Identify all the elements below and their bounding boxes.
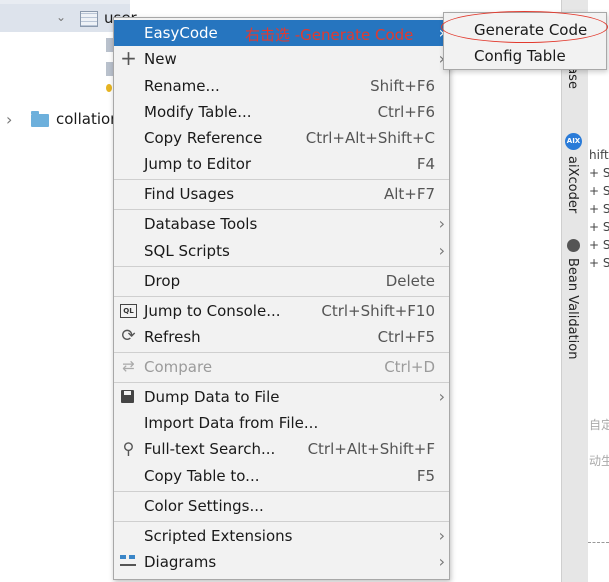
tree-item-label: collation: [56, 110, 120, 128]
search-icon: ⚲: [122, 439, 135, 458]
menu-item-diagrams[interactable]: Diagrams ›: [114, 549, 449, 575]
menu-item-find-usages[interactable]: Find Usages Alt+F7: [114, 181, 449, 207]
side-tab-bean-validation[interactable]: Bean Validation: [565, 258, 580, 359]
menu-item-dump-data[interactable]: Dump Data to File ›: [114, 384, 449, 410]
menu-item-label: Color Settings...: [144, 497, 264, 515]
menu-item-label: Refresh: [144, 328, 201, 346]
chevron-right-icon: ›: [438, 552, 445, 571]
menu-item-modify-table[interactable]: Modify Table... Ctrl+F6: [114, 99, 449, 125]
menu-item-label: Config Table: [474, 47, 566, 65]
menu-item-label: Dump Data to File: [144, 388, 280, 406]
save-icon: [121, 390, 134, 403]
menu-item-shortcut: Alt+F7: [383, 185, 435, 203]
menu-item-full-text-search[interactable]: ⚲ Full-text Search... Ctrl+Alt+Shift+F: [114, 436, 449, 462]
menu-item-label: SQL Scripts: [144, 242, 230, 260]
menu-item-label: New: [144, 50, 177, 68]
menu-item-label: Compare: [144, 358, 213, 376]
menu-item-label: Scripted Extensions: [144, 527, 293, 545]
console-icon: QL: [120, 304, 137, 318]
menu-item-shortcut: Ctrl+Shift+F10: [321, 302, 435, 320]
menu-item-import-data[interactable]: Import Data from File...: [114, 410, 449, 436]
menu-separator: [114, 382, 449, 383]
chevron-down-icon[interactable]: ⌄: [56, 10, 66, 24]
aixcoder-icon: AIX: [565, 133, 582, 150]
side-tab-aixcoder[interactable]: aiXcoder: [565, 156, 580, 213]
key-icon: [106, 84, 112, 92]
menu-item-label: Copy Table to...: [144, 467, 260, 485]
menu-item-shortcut: Ctrl+Alt+Shift+C: [305, 129, 435, 147]
menu-separator: [114, 521, 449, 522]
menu-item-scripted-extensions[interactable]: Scripted Extensions ›: [114, 523, 449, 549]
menu-item-shortcut: Ctrl+F5: [377, 328, 435, 346]
menu-item-new[interactable]: + New ›: [114, 46, 449, 72]
chevron-right-icon: ›: [438, 387, 445, 406]
menu-separator: [114, 352, 449, 353]
menu-item-shortcut: Shift+F6: [370, 77, 435, 95]
menu-item-rename[interactable]: Rename... Shift+F6: [114, 73, 449, 99]
annotation-text: 右击选 -Generate Code: [245, 26, 414, 44]
menu-item-shortcut: Ctrl+Alt+Shift+F: [307, 440, 435, 458]
text-fragment: 自定: [589, 418, 609, 432]
menu-item-copy-reference[interactable]: Copy Reference Ctrl+Alt+Shift+C: [114, 125, 449, 151]
chevron-right-icon[interactable]: ›: [6, 110, 12, 129]
table-icon: [80, 11, 98, 27]
menu-item-shortcut: F4: [416, 155, 435, 173]
menu-separator: [114, 296, 449, 297]
menu-item-shortcut: Delete: [385, 272, 435, 290]
annotation-ellipse: [441, 11, 608, 43]
menu-item-label: Jump to Console...: [144, 302, 281, 320]
text-fragment: + S: [589, 220, 609, 234]
menu-item-label: Drop: [144, 272, 181, 290]
menu-separator: [114, 209, 449, 210]
chevron-right-icon: ›: [438, 526, 445, 545]
chevron-right-icon: ›: [438, 241, 445, 260]
menu-item-color-settings[interactable]: Color Settings...: [114, 493, 449, 519]
menu-item-drop[interactable]: Drop Delete: [114, 268, 449, 294]
context-menu: EasyCode 右击选 -Generate Code › + New › Re…: [113, 17, 450, 580]
menu-item-label: Find Usages: [144, 185, 235, 203]
menu-item-label: Rename...: [144, 77, 220, 95]
menu-separator: [114, 179, 449, 180]
text-fragment: hift: [589, 148, 609, 162]
menu-item-label: Import Data from File...: [144, 414, 319, 432]
right-editor-pane: hift + S + S + S + S + S + S 自定 动生: [588, 0, 609, 582]
plus-icon: +: [120, 46, 137, 70]
text-fragment: + S: [589, 202, 609, 216]
menu-item-label: EasyCode: [144, 24, 218, 42]
menu-item-sql-scripts[interactable]: SQL Scripts ›: [114, 238, 449, 264]
menu-item-copy-table[interactable]: Copy Table to... F5: [114, 463, 449, 489]
submenu-item-config-table[interactable]: Config Table: [444, 43, 606, 69]
menu-item-database-tools[interactable]: Database Tools ›: [114, 211, 449, 237]
diagram-icon: [120, 555, 136, 569]
chevron-right-icon: ›: [438, 214, 445, 233]
menu-item-label: Copy Reference: [144, 129, 263, 147]
menu-item-label: Full-text Search...: [144, 440, 276, 458]
text-fragment: + S: [589, 184, 609, 198]
menu-separator: [114, 491, 449, 492]
refresh-icon: ⟳: [121, 326, 136, 346]
menu-item-label: Database Tools: [144, 215, 258, 233]
text-fragment: + S: [589, 256, 609, 270]
menu-item-refresh[interactable]: ⟳ Refresh Ctrl+F5: [114, 324, 449, 350]
menu-item-shortcut: Ctrl+D: [384, 358, 435, 376]
menu-item-easycode[interactable]: EasyCode 右击选 -Generate Code ›: [114, 20, 449, 46]
menu-separator: [114, 266, 449, 267]
menu-item-label: Modify Table...: [144, 103, 252, 121]
menu-item-jump-to-console[interactable]: QL Jump to Console... Ctrl+Shift+F10: [114, 298, 449, 324]
menu-item-label: Jump to Editor: [144, 155, 252, 173]
tree-row-user[interactable]: ⌄ user: [0, 4, 137, 32]
bean-icon: [567, 239, 580, 252]
text-fragment: + S: [589, 166, 609, 180]
text-fragment: + S: [589, 238, 609, 252]
menu-item-label: Diagrams: [144, 553, 217, 571]
divider: [588, 542, 609, 543]
menu-item-shortcut: F5: [416, 467, 435, 485]
menu-item-compare: ⇄ Compare Ctrl+D: [114, 354, 449, 380]
menu-item-shortcut: Ctrl+F6: [377, 103, 435, 121]
compare-icon: ⇄: [122, 357, 135, 375]
tree-row-collation[interactable]: › collation: [0, 106, 120, 134]
menu-item-jump-to-editor[interactable]: Jump to Editor F4: [114, 151, 449, 177]
folder-icon: [31, 111, 49, 127]
text-fragment: 动生: [589, 454, 609, 468]
